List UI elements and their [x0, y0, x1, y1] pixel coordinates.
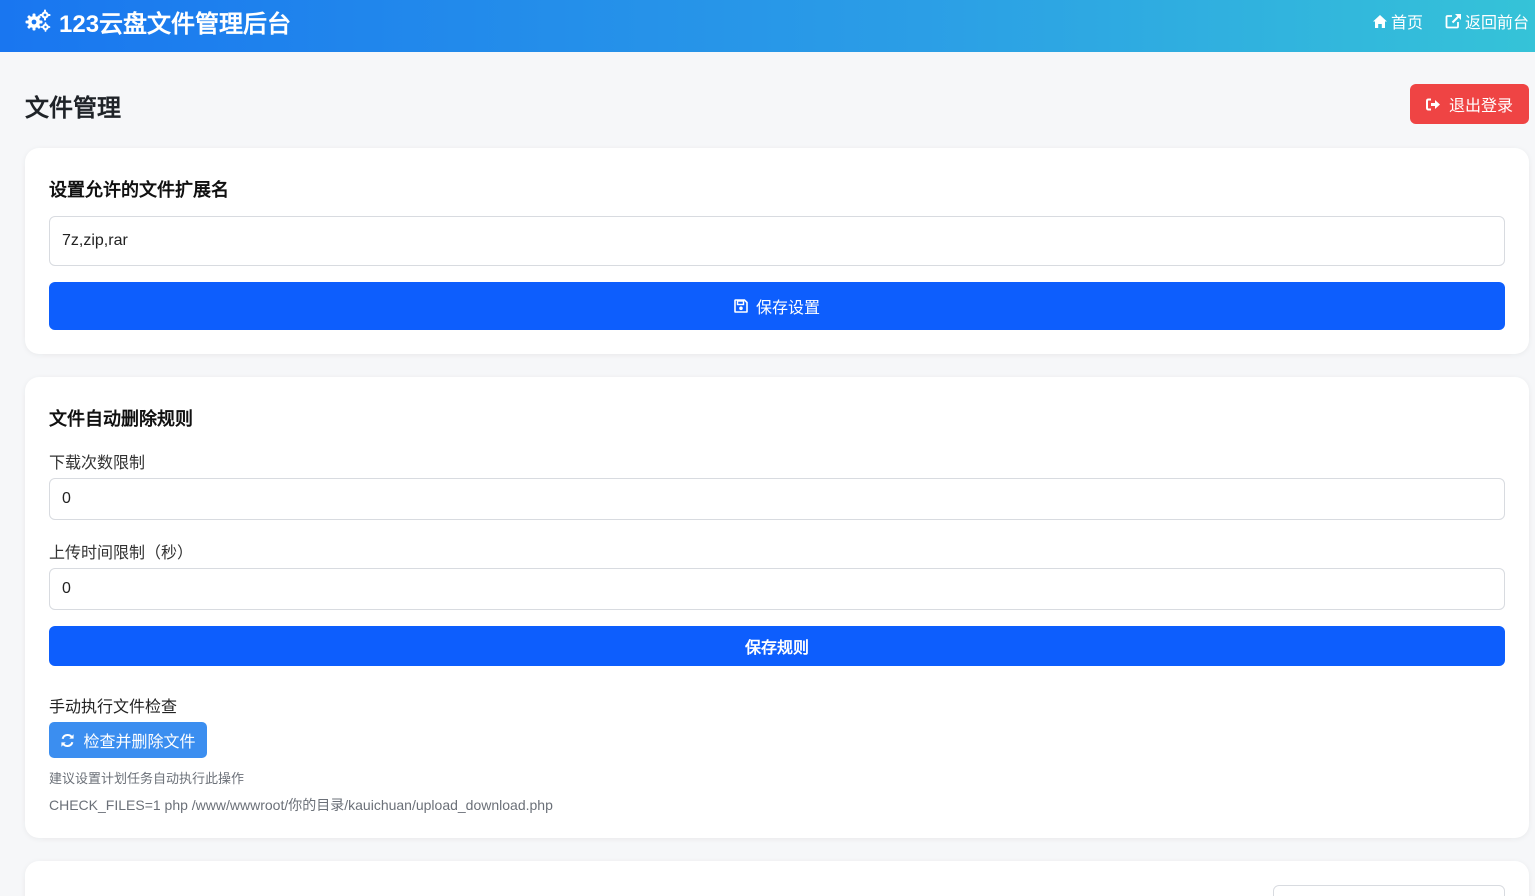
download-limit-label: 下载次数限制: [49, 455, 146, 472]
upload-time-label: 上传时间限制（秒）: [49, 545, 194, 562]
logout-button[interactable]: 退出登录: [1410, 84, 1529, 124]
home-icon: [1372, 14, 1388, 29]
files-card-control[interactable]: [1273, 885, 1505, 896]
page-title: 文件管理: [25, 95, 121, 122]
save-rules-button[interactable]: 保存规则: [49, 626, 1505, 666]
save-settings-button[interactable]: 保存设置: [49, 282, 1505, 330]
extensions-card-title: 设置允许的文件扩展名: [49, 180, 229, 200]
save-settings-label: 保存设置: [755, 300, 820, 317]
save-icon: [734, 299, 748, 313]
nav-frontend-link[interactable]: 返回前台: [1445, 9, 1529, 33]
brand-title: 123云盘文件管理后台: [59, 10, 292, 38]
delete-rules-card: 文件自动删除规则 下载次数限制 上传时间限制（秒） 保存规则 手动执行文件检查 …: [25, 377, 1529, 838]
save-rules-label: 保存规则: [744, 640, 809, 657]
nav-home-label: 首页: [1390, 15, 1423, 32]
refresh-icon: [60, 733, 75, 748]
check-delete-button[interactable]: 检查并删除文件: [49, 722, 207, 758]
top-nav: 首页 返回前台: [1372, 9, 1529, 33]
top-navbar: 123云盘文件管理后台 首页 返回前台: [0, 0, 1535, 52]
extensions-card: 设置允许的文件扩展名 保存设置: [25, 148, 1529, 354]
cron-command-text: CHECK_FILES=1 php /www/wwwroot/你的目录/kaui…: [49, 797, 553, 813]
sign-out-icon: [1425, 98, 1441, 111]
files-card: [25, 861, 1529, 896]
download-limit-input[interactable]: [49, 478, 1505, 520]
manual-check-label: 手动执行文件检查: [49, 699, 178, 716]
brand[interactable]: 123云盘文件管理后台: [25, 6, 292, 38]
logout-label: 退出登录: [1448, 98, 1513, 115]
cogs-icon: [25, 9, 51, 33]
nav-home-link[interactable]: 首页: [1372, 9, 1423, 33]
check-delete-label: 检查并删除文件: [83, 734, 196, 751]
cron-hint-text: 建议设置计划任务自动执行此操作: [49, 771, 245, 786]
upload-time-input[interactable]: [49, 568, 1505, 610]
nav-frontend-label: 返回前台: [1464, 15, 1529, 32]
external-link-icon: [1445, 13, 1462, 29]
extensions-input[interactable]: [49, 216, 1505, 266]
delete-rules-card-title: 文件自动删除规则: [49, 409, 193, 429]
